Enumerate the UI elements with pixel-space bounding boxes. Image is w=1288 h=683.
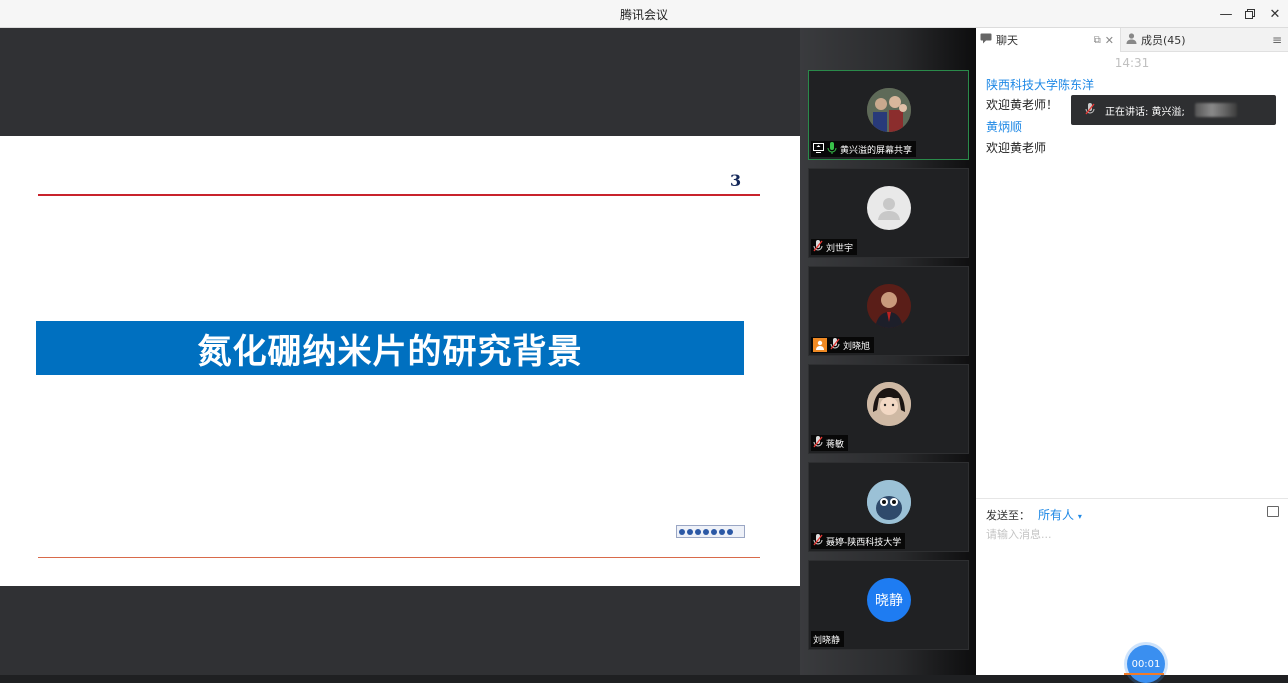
panel-tabs: 聊天 ⧉ ✕ 成员(45) ≡ bbox=[976, 28, 1288, 52]
participant-tile[interactable]: 黄兴溢的屏幕共享 bbox=[808, 70, 969, 160]
participant-label: 聂婷-陕西科技大学 bbox=[811, 533, 906, 549]
close-tab-icon[interactable]: ✕ bbox=[1105, 34, 1120, 47]
send-to-row: 发送至： 所有人 ▾ bbox=[986, 506, 1082, 523]
tab-members[interactable]: 成员(45) bbox=[1121, 28, 1266, 52]
participant-label: 刘晓静 bbox=[811, 631, 845, 647]
speaker-waveform-icon bbox=[1194, 103, 1237, 117]
image-upload-icon[interactable] bbox=[1267, 506, 1279, 517]
send-to-label: 发送至： bbox=[986, 508, 1030, 522]
participant-label: 刘晓旭 bbox=[811, 337, 875, 353]
close-icon[interactable]: ✕ bbox=[1265, 4, 1285, 24]
participant-avatar bbox=[867, 88, 911, 132]
speaking-text: 正在讲话: 黄兴溢; bbox=[1105, 106, 1185, 118]
participant-label: 黄兴溢的屏幕共享 bbox=[811, 141, 917, 157]
participant-avatar bbox=[867, 480, 911, 524]
members-icon bbox=[1126, 33, 1137, 47]
slide-toolbar-icon bbox=[676, 525, 745, 538]
mic-muted-icon bbox=[830, 337, 840, 353]
mic-muted-icon bbox=[813, 533, 823, 549]
participant-avatar bbox=[867, 284, 911, 328]
host-badge-icon bbox=[813, 338, 827, 352]
slide-page-number: 3 bbox=[730, 171, 742, 190]
mic-muted-icon bbox=[813, 239, 823, 255]
slide-heading: 氮化硼纳米片的研究背景 bbox=[36, 321, 744, 375]
video-gallery[interactable]: 黄兴溢的屏幕共享 刘世宇 刘晓旭 蒋敏 聂婷-陕西科技大学 晓静 刘晓静 bbox=[800, 28, 976, 675]
initials-avatar: 晓静 bbox=[867, 578, 911, 622]
slide-top-rule bbox=[38, 194, 760, 196]
participant-label: 蒋敏 bbox=[811, 435, 849, 451]
menu-icon[interactable]: ≡ bbox=[1272, 33, 1282, 47]
participant-name: 蒋敏 bbox=[826, 439, 845, 450]
participant-tile[interactable]: 蒋敏 bbox=[808, 364, 969, 454]
mic-on-icon bbox=[827, 141, 837, 157]
slide-bottom-rule bbox=[38, 557, 760, 558]
recording-timer[interactable]: 00:01 bbox=[1127, 645, 1165, 683]
participant-name: 刘晓旭 bbox=[843, 341, 871, 352]
mic-muted-icon bbox=[813, 435, 823, 451]
participant-tile[interactable]: 刘世宇 bbox=[808, 168, 969, 258]
speaking-indicator: 正在讲话: 黄兴溢; bbox=[1071, 95, 1276, 125]
tab-chat-label: 聊天 bbox=[996, 34, 1018, 47]
default-user-avatar bbox=[867, 186, 911, 230]
tab-chat[interactable]: 聊天 ⧉ ✕ bbox=[976, 28, 1121, 52]
send-to-target: 所有人 bbox=[1038, 508, 1075, 522]
chat-icon bbox=[980, 33, 992, 47]
tab-members-label: 成员(45) bbox=[1141, 34, 1186, 47]
window-title: 腾讯会议 bbox=[619, 8, 668, 22]
participant-tile[interactable]: 聂婷-陕西科技大学 bbox=[808, 462, 969, 552]
participant-name: 聂婷-陕西科技大学 bbox=[826, 537, 902, 548]
chat-sender[interactable]: 陕西科技大学陈东洋 bbox=[986, 76, 1094, 93]
popout-icon[interactable]: ⧉ bbox=[1094, 35, 1101, 46]
screen-share-icon bbox=[813, 142, 824, 156]
minimize-icon[interactable]: — bbox=[1216, 4, 1236, 24]
chat-panel: 聊天 ⧉ ✕ 成员(45) ≡ 14:31 陕西科技大学陈东洋 欢迎黄老师！ 黄… bbox=[976, 28, 1288, 683]
shared-slide: 3 氮化硼纳米片的研究背景 bbox=[0, 136, 800, 586]
restore-icon[interactable] bbox=[1240, 4, 1260, 24]
chevron-down-icon: ▾ bbox=[1077, 512, 1082, 521]
chat-sender[interactable]: 黄炳顺 bbox=[986, 118, 1022, 135]
participant-name: 刘晓静 bbox=[813, 635, 841, 646]
send-to-target-dropdown[interactable]: 所有人 ▾ bbox=[1038, 506, 1082, 523]
participant-tile[interactable]: 刘晓旭 bbox=[808, 266, 969, 356]
chat-message: 欢迎黄老师！ bbox=[986, 98, 1059, 112]
chat-timestamp: 14:31 bbox=[1114, 56, 1150, 70]
participant-label: 刘世宇 bbox=[811, 239, 858, 255]
title-bar: 腾讯会议 — ✕ bbox=[0, 0, 1288, 28]
input-divider bbox=[976, 498, 1288, 499]
participant-avatar bbox=[867, 382, 911, 426]
participant-name: 黄兴溢的屏幕共享 bbox=[840, 145, 913, 156]
chat-message: 欢迎黄老师 bbox=[986, 141, 1047, 155]
message-input[interactable] bbox=[986, 525, 1276, 543]
mic-muted-icon bbox=[1085, 102, 1095, 118]
participant-name: 刘世宇 bbox=[826, 243, 854, 254]
participant-tile[interactable]: 晓静 刘晓静 bbox=[808, 560, 969, 650]
